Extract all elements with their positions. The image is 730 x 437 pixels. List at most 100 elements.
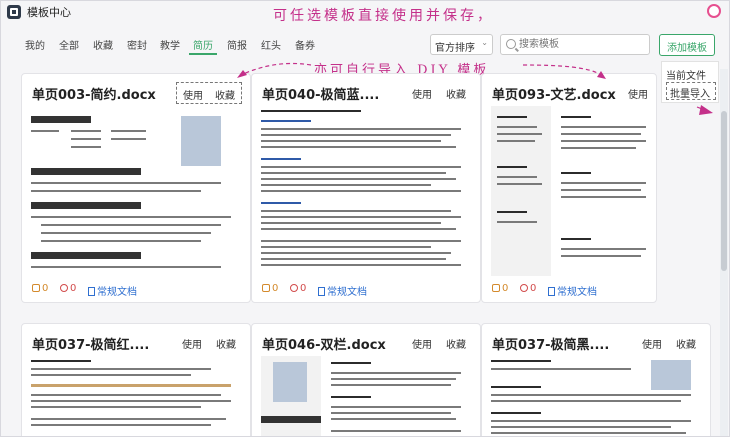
preview-line	[561, 248, 646, 250]
like-counter[interactable]: 0	[32, 283, 48, 294]
preview-heading-bar	[261, 416, 321, 423]
preview-line	[331, 406, 461, 408]
tab-all[interactable]: 全部	[59, 37, 79, 52]
tab-briefing[interactable]: 简报	[227, 37, 247, 52]
preview-line	[261, 246, 431, 248]
like-count: 0	[502, 283, 509, 294]
preview-line	[31, 360, 91, 362]
doc-type-link[interactable]: 常规文档	[318, 283, 367, 298]
search-input[interactable]	[519, 37, 639, 52]
preview-line	[261, 166, 461, 168]
template-preview[interactable]	[31, 106, 243, 276]
tab-teaching[interactable]: 教学	[160, 37, 180, 52]
dislike-count: 0	[530, 283, 537, 294]
favorite-button[interactable]: 收藏	[446, 86, 466, 101]
tab-resume[interactable]: 简历	[193, 37, 213, 52]
preview-photo	[273, 362, 307, 402]
use-button[interactable]: 使用	[412, 336, 432, 351]
template-card[interactable]: 单页040-极简蓝.... 使用 收藏 0 0 常规文档	[251, 73, 481, 303]
document-icon	[548, 287, 555, 296]
tab-favorites[interactable]: 收藏	[93, 37, 113, 52]
preview-line	[111, 138, 146, 140]
preview-line	[331, 418, 456, 420]
menu-item-batch-import[interactable]: 批量导入	[666, 82, 716, 100]
dislike-counter[interactable]: 0	[520, 283, 536, 294]
scrollbar-thumb[interactable]	[721, 111, 727, 271]
sort-value: 官方排序	[435, 43, 475, 54]
use-button[interactable]: 使用	[183, 87, 203, 102]
template-preview[interactable]	[491, 106, 649, 276]
add-template-menu: 当前文件 批量导入	[661, 61, 719, 103]
preview-line	[71, 146, 101, 148]
preview-line	[111, 130, 146, 132]
tab-other[interactable]: 备券	[295, 37, 315, 52]
add-template-button[interactable]: 添加模板	[659, 34, 715, 56]
template-preview[interactable]	[261, 356, 473, 436]
preview-line	[497, 176, 537, 178]
chevron-down-icon: ⌄	[481, 38, 488, 47]
dislike-counter[interactable]: 0	[60, 283, 76, 294]
preview-line	[261, 216, 461, 218]
preview-line	[31, 400, 231, 402]
card-title: 单页046-双栏.docx	[262, 338, 386, 353]
tab-red-header[interactable]: 红头	[261, 37, 281, 52]
preview-line	[31, 368, 211, 370]
template-card[interactable]: 单页046-双栏.docx 使用 收藏	[251, 323, 481, 436]
thumbs-up-icon	[492, 284, 500, 292]
template-center-window: 模板中心 可任选模板直接使用并保存， 我的 全部 收藏 密封 教学 简历 简报 …	[0, 0, 730, 437]
preview-line	[561, 238, 591, 240]
doc-type-link[interactable]: 常规文档	[88, 283, 137, 298]
template-card[interactable]: 单页003-简约.docx 使用 收藏 0 0 常规文档	[21, 73, 251, 303]
preview-line	[31, 182, 221, 184]
use-button[interactable]: 使用	[182, 336, 202, 351]
preview-line	[71, 138, 101, 140]
preview-line	[331, 372, 461, 374]
preview-line	[497, 133, 542, 135]
template-card[interactable]: 单页037-极简红.... 使用 收藏	[21, 323, 251, 436]
template-preview[interactable]	[491, 356, 703, 436]
like-counter[interactable]: 0	[492, 283, 508, 294]
preview-line	[331, 430, 461, 432]
favorite-button[interactable]: 收藏	[215, 87, 235, 102]
preview-line	[497, 116, 527, 118]
template-card[interactable]: 单页093-文艺.docx 使用 0 0 常规文档	[481, 73, 657, 303]
preview-line	[261, 120, 311, 122]
preview-line	[561, 116, 591, 118]
like-counter[interactable]: 0	[262, 283, 278, 294]
preview-line	[31, 418, 226, 420]
close-button[interactable]	[707, 4, 721, 18]
preview-line	[331, 396, 371, 398]
document-icon	[88, 287, 95, 296]
template-preview[interactable]	[31, 356, 243, 436]
tab-cover[interactable]: 密封	[127, 37, 147, 52]
annotation-top: 可任选模板直接使用并保存，	[273, 8, 494, 24]
preview-rule	[31, 384, 231, 387]
use-button[interactable]: 使用	[412, 86, 432, 101]
document-icon	[318, 287, 325, 296]
preview-line	[561, 172, 591, 174]
preview-line	[41, 232, 211, 234]
menu-item-current-file[interactable]: 当前文件	[666, 67, 706, 82]
sort-select[interactable]: 官方排序 ⌄	[430, 34, 493, 55]
doc-type-link[interactable]: 常规文档	[548, 283, 597, 298]
template-card[interactable]: 单页037-极简黑.... 使用 收藏	[481, 323, 711, 436]
search-box[interactable]	[500, 34, 650, 55]
favorite-button[interactable]: 收藏	[676, 336, 696, 351]
preview-line	[261, 240, 461, 242]
use-button[interactable]: 使用	[642, 336, 662, 351]
preview-line	[261, 228, 456, 230]
preview-line	[561, 126, 646, 128]
heart-icon	[520, 284, 528, 292]
preview-heading-bar	[31, 252, 141, 259]
preview-sidebar	[491, 106, 551, 276]
favorite-button[interactable]: 收藏	[216, 336, 236, 351]
dislike-counter[interactable]: 0	[290, 283, 306, 294]
template-preview[interactable]	[261, 106, 473, 276]
favorite-button[interactable]: 收藏	[446, 336, 466, 351]
use-button[interactable]: 使用	[628, 86, 648, 101]
thumbs-up-icon	[262, 284, 270, 292]
thumbs-up-icon	[32, 284, 40, 292]
like-count: 0	[272, 283, 279, 294]
tab-mine[interactable]: 我的	[25, 37, 45, 52]
arrow-to-batch-import	[696, 106, 708, 112]
